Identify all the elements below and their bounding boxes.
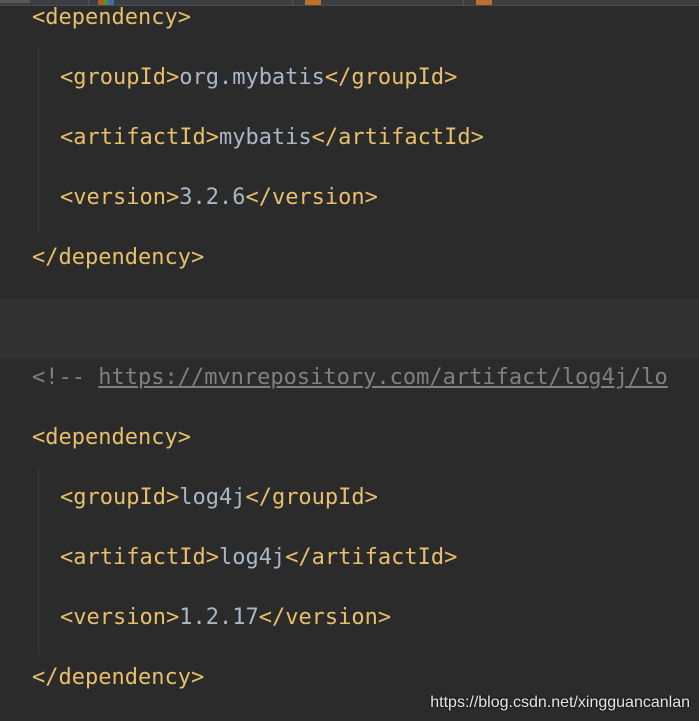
indent-guide (38, 468, 39, 654)
code-line[interactable]: <version>1.2.17</version> (0, 599, 699, 659)
xml-value: log4j (218, 545, 286, 570)
code-line[interactable]: <groupId>org.mybatis</groupId> (0, 59, 699, 119)
xml-open-tag: <version> (60, 185, 180, 210)
xml-open-tag: <artifactId> (60, 125, 219, 150)
code-line[interactable]: <!-- https://mvnrepository.com/artifact/… (0, 359, 699, 419)
xml-tag: <dependency> (32, 425, 191, 450)
xml-close-tag: </version> (258, 605, 392, 630)
xml-close-tag: </artifactId> (311, 125, 484, 150)
xml-open-tag: <groupId> (60, 65, 180, 90)
code-line[interactable]: <artifactId>log4j</artifactId> (0, 539, 699, 599)
xml-tag: </dependency> (32, 665, 205, 690)
xml-value: mybatis (218, 125, 312, 150)
comment-prefix: <!-- (32, 365, 99, 390)
xml-close-tag: </artifactId> (285, 545, 458, 570)
code-line[interactable]: <version>3.2.6</version> (0, 179, 699, 239)
xml-tag: <dependency> (32, 5, 191, 30)
xml-value: 1.2.17 (179, 605, 259, 630)
xml-value: log4j (179, 485, 246, 510)
code-line[interactable] (0, 299, 699, 359)
code-editor[interactable]: <dependency> <groupId>org.mybatis</groupI… (0, 0, 699, 721)
code-line[interactable]: <dependency> (0, 419, 699, 479)
xml-value: 3.2.6 (179, 185, 246, 210)
xml-open-tag: <groupId> (60, 485, 180, 510)
code-line[interactable]: <groupId>log4j</groupId> (0, 479, 699, 539)
xml-open-tag: <artifactId> (60, 545, 219, 570)
xml-tag: </dependency> (32, 245, 205, 270)
xml-value: org.mybatis (179, 65, 325, 90)
xml-close-tag: </groupId> (324, 65, 458, 90)
xml-close-tag: </version> (245, 185, 378, 210)
code-line[interactable]: <dependency> (0, 0, 699, 59)
indent-guide (38, 48, 39, 234)
code-line[interactable]: </dependency> (0, 239, 699, 299)
code-line[interactable]: <artifactId>mybatis</artifactId> (0, 119, 699, 179)
xml-open-tag: <version> (60, 605, 180, 630)
xml-close-tag: </groupId> (245, 485, 378, 510)
comment-link[interactable]: https://mvnrepository.com/artifact/log4j… (98, 365, 668, 390)
watermark: https://blog.csdn.net/xingguancanlan (430, 694, 690, 711)
